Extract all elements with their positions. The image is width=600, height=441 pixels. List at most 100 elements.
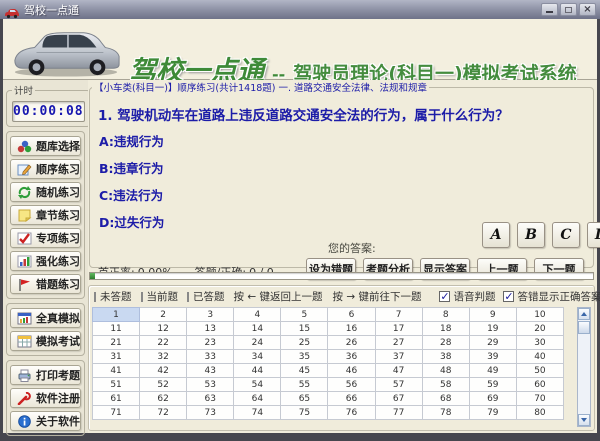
question-cell-36[interactable]: 36 [327,349,376,364]
question-cell-57[interactable]: 57 [374,377,423,392]
question-cell-35[interactable]: 35 [280,349,329,364]
question-cell-31[interactable]: 31 [91,349,141,364]
question-cell-72[interactable]: 72 [139,405,188,420]
sidebar-button-顺序练习[interactable]: 顺序练习 [10,159,81,179]
sidebar-button-随机练习[interactable]: 随机练习 [10,182,81,202]
question-cell-14[interactable]: 14 [233,321,282,336]
answer-button-A[interactable]: A [482,222,510,248]
question-cell-25[interactable]: 25 [280,335,329,350]
question-cell-27[interactable]: 27 [374,335,423,350]
question-cell-13[interactable]: 13 [186,321,235,336]
question-cell-22[interactable]: 22 [139,335,188,350]
question-cell-28[interactable]: 28 [421,335,470,350]
question-cell-17[interactable]: 17 [374,321,423,336]
question-cell-39[interactable]: 39 [468,349,517,364]
question-cell-10[interactable]: 10 [515,307,565,322]
option-B[interactable]: B:违章行为 [99,158,164,177]
question-cell-38[interactable]: 38 [421,349,470,364]
question-cell-45[interactable]: 45 [280,363,329,378]
question-cell-8[interactable]: 8 [421,307,470,322]
question-cell-32[interactable]: 32 [139,349,188,364]
question-cell-37[interactable]: 37 [374,349,423,364]
option-A[interactable]: A:违规行为 [99,131,164,150]
answer-button-D[interactable]: D [587,222,600,248]
question-cell-61[interactable]: 61 [91,391,141,406]
question-cell-50[interactable]: 50 [515,363,565,378]
sidebar-button-章节练习[interactable]: 章节练习 [10,205,81,225]
question-cell-53[interactable]: 53 [186,377,235,392]
question-cell-15[interactable]: 15 [280,321,329,336]
answer-button-B[interactable]: B [517,222,545,248]
question-cell-26[interactable]: 26 [327,335,376,350]
checkbox-option-答错显示正确答案[interactable]: ✓ 答错显示正确答案 [503,289,600,304]
question-cell-30[interactable]: 30 [515,335,565,350]
question-cell-18[interactable]: 18 [421,321,470,336]
question-cell-12[interactable]: 12 [139,321,188,336]
question-cell-76[interactable]: 76 [327,405,376,420]
question-cell-29[interactable]: 29 [468,335,517,350]
question-cell-6[interactable]: 6 [327,307,376,322]
sidebar-button-强化练习[interactable]: 强化练习 [10,251,81,271]
close-button[interactable]: × [579,3,596,16]
sidebar-button-全真模拟[interactable]: 全真模拟 [10,308,81,328]
question-cell-1[interactable]: 1 [91,307,141,322]
question-cell-47[interactable]: 47 [374,363,423,378]
question-cell-62[interactable]: 62 [139,391,188,406]
checkbox-icon[interactable]: ✓ [439,291,451,302]
question-cell-63[interactable]: 63 [186,391,235,406]
question-cell-24[interactable]: 24 [233,335,282,350]
question-cell-2[interactable]: 2 [139,307,188,322]
question-cell-41[interactable]: 41 [91,363,141,378]
question-cell-7[interactable]: 7 [374,307,423,322]
question-cell-70[interactable]: 70 [515,391,565,406]
question-cell-51[interactable]: 51 [91,377,141,392]
sidebar-button-专项练习[interactable]: 专项练习 [10,228,81,248]
question-cell-77[interactable]: 77 [374,405,423,420]
question-cell-43[interactable]: 43 [186,363,235,378]
sidebar-button-题库选择[interactable]: 题库选择 [10,136,81,156]
question-cell-60[interactable]: 60 [515,377,565,392]
question-cell-66[interactable]: 66 [327,391,376,406]
sidebar-button-模拟考试[interactable]: 模拟考试 [10,331,81,351]
question-cell-73[interactable]: 73 [186,405,235,420]
question-cell-23[interactable]: 23 [186,335,235,350]
question-cell-59[interactable]: 59 [468,377,517,392]
question-cell-56[interactable]: 56 [327,377,376,392]
question-cell-34[interactable]: 34 [233,349,282,364]
question-cell-55[interactable]: 55 [280,377,329,392]
question-cell-79[interactable]: 79 [468,405,517,420]
question-cell-21[interactable]: 21 [91,335,141,350]
question-cell-44[interactable]: 44 [233,363,282,378]
question-cell-9[interactable]: 9 [468,307,517,322]
question-cell-33[interactable]: 33 [186,349,235,364]
question-cell-68[interactable]: 68 [421,391,470,406]
question-cell-71[interactable]: 71 [91,405,141,420]
answer-button-C[interactable]: C [552,222,580,248]
question-cell-46[interactable]: 46 [327,363,376,378]
scroll-up-button[interactable] [578,308,590,320]
question-cell-49[interactable]: 49 [468,363,517,378]
sidebar-button-关于软件[interactable]: 关于软件 [10,411,81,431]
question-cell-54[interactable]: 54 [233,377,282,392]
grid-scrollbar[interactable] [577,307,591,427]
question-cell-48[interactable]: 48 [421,363,470,378]
maximize-button[interactable] [560,3,577,16]
minimize-button[interactable] [541,3,558,16]
question-cell-42[interactable]: 42 [139,363,188,378]
question-cell-11[interactable]: 11 [91,321,141,336]
question-cell-75[interactable]: 75 [280,405,329,420]
sidebar-button-错题练习[interactable]: 错题练习 [10,274,81,294]
sidebar-button-打印考题[interactable]: 打印考题 [10,365,81,385]
scroll-thumb[interactable] [578,321,590,334]
question-cell-4[interactable]: 4 [233,307,282,322]
question-cell-69[interactable]: 69 [468,391,517,406]
question-cell-65[interactable]: 65 [280,391,329,406]
question-cell-74[interactable]: 74 [233,405,282,420]
question-cell-64[interactable]: 64 [233,391,282,406]
question-cell-40[interactable]: 40 [515,349,565,364]
scroll-down-button[interactable] [578,414,590,426]
question-cell-5[interactable]: 5 [280,307,329,322]
question-cell-3[interactable]: 3 [186,307,235,322]
question-cell-20[interactable]: 20 [515,321,565,336]
checkbox-option-语音判题[interactable]: ✓ 语音判题 [439,289,495,304]
